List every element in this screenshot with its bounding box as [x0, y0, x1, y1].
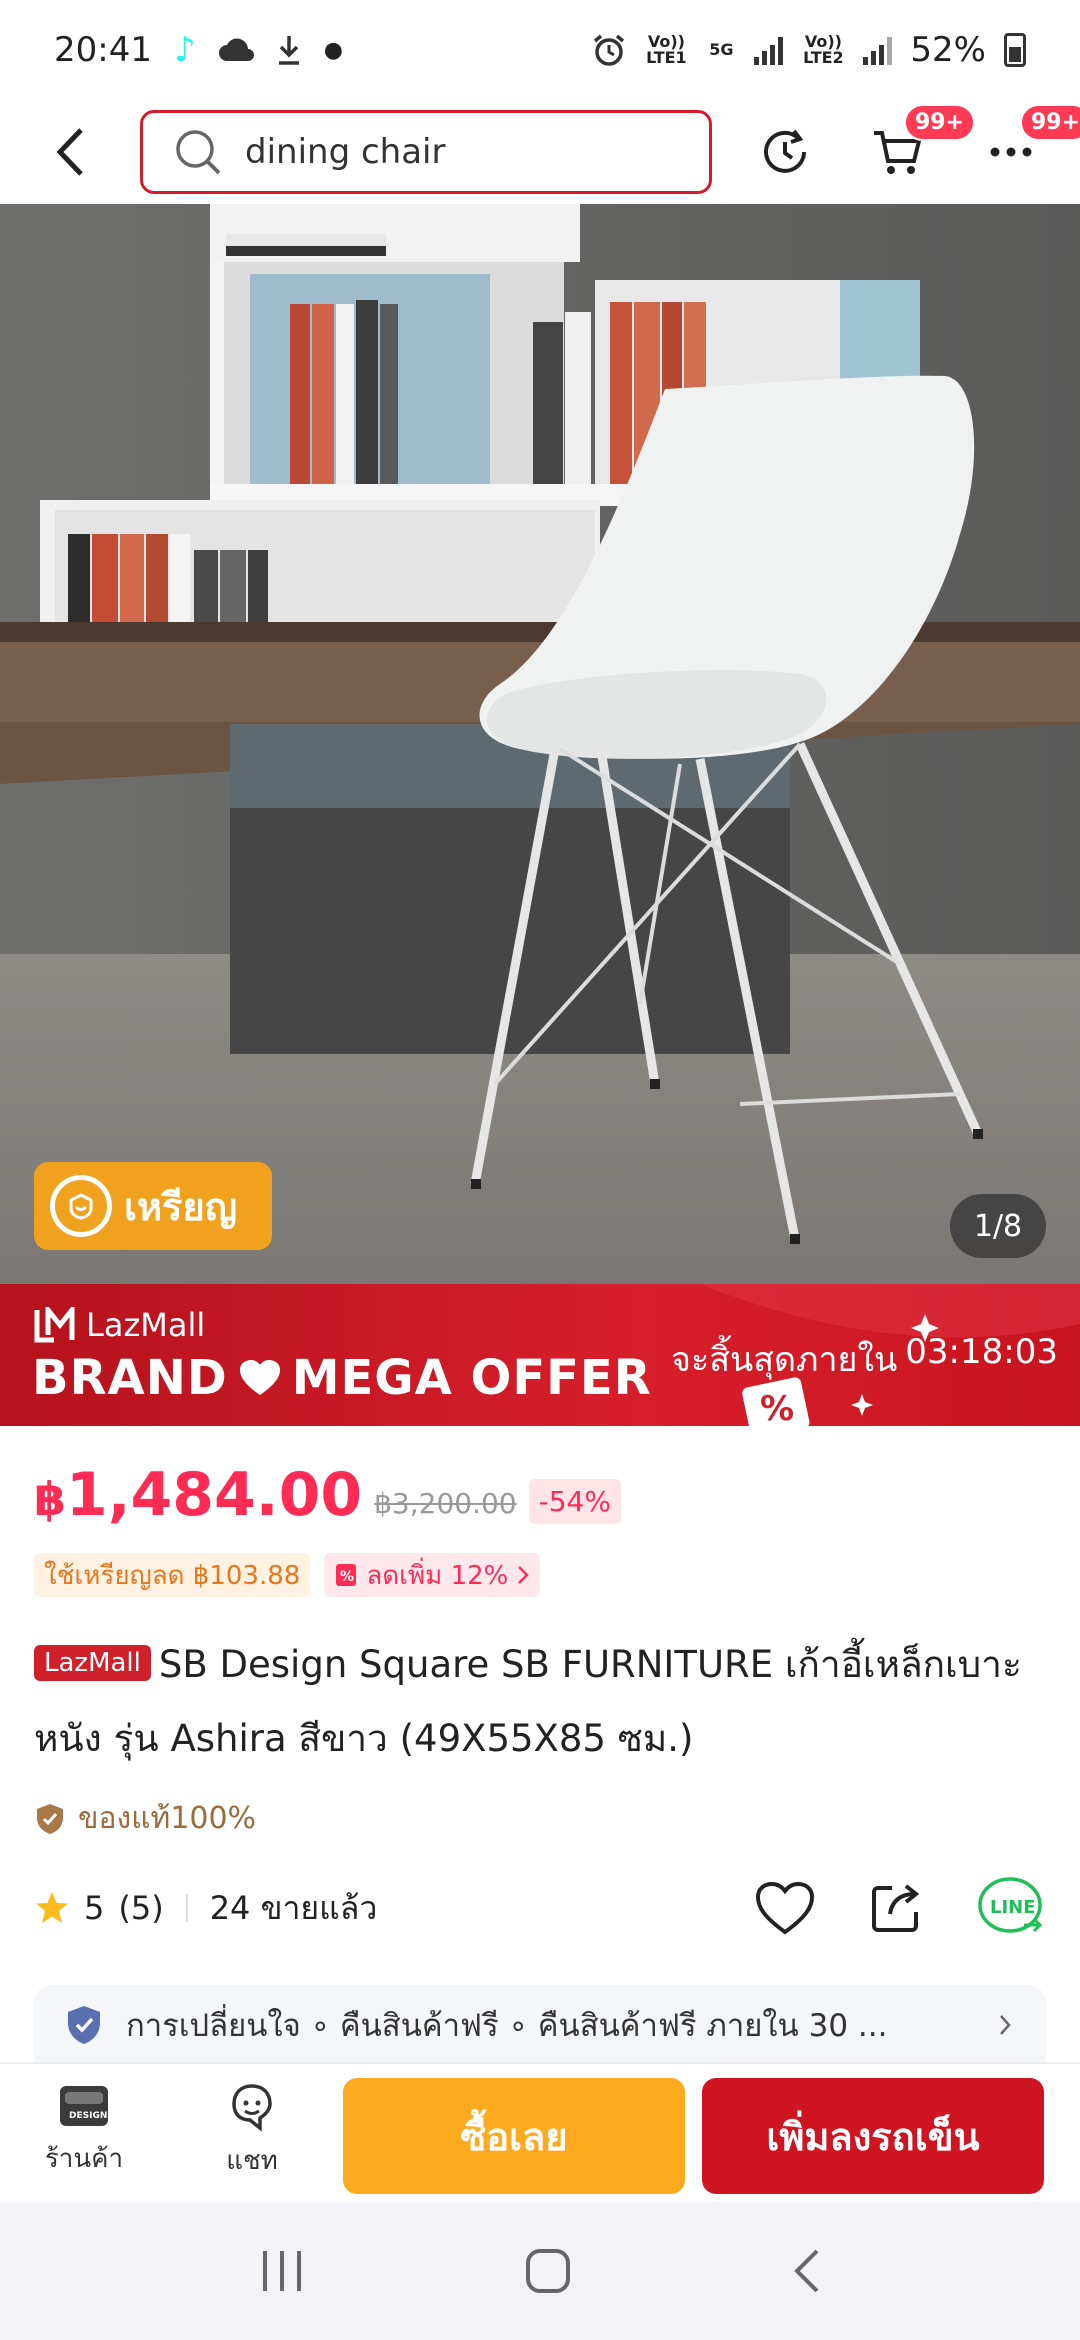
- svg-text:LINE: LINE: [990, 1897, 1036, 1918]
- promo-title-right: MEGA OFFER: [291, 1350, 652, 1406]
- rating-value: 5: [84, 1889, 105, 1927]
- search-icon: [176, 130, 221, 175]
- review-count[interactable]: (5): [118, 1889, 163, 1927]
- divider: [185, 1894, 188, 1922]
- top-nav: dining chair 99+ 99+: [0, 100, 1080, 204]
- system-back-icon[interactable]: [791, 2247, 821, 2295]
- network-lte2: Vo)) LTE2: [803, 32, 844, 67]
- coin-icon: [50, 1175, 112, 1237]
- system-navigation-bar: [0, 2202, 1080, 2340]
- service-guarantee[interactable]: การเปลี่ยนใจ ∘ คืนสินค้าฟรี ∘ คืนสินค้าฟ…: [34, 1985, 1046, 2065]
- coin-discount-text: ใช้เหรียญลด ฿103.88: [44, 1560, 301, 1591]
- shop-icon: DESIGN: [60, 2086, 108, 2126]
- voucher-icon: %: [336, 1564, 357, 1586]
- shield-check-icon: [37, 1803, 63, 1834]
- battery-percent: 52%: [910, 30, 986, 70]
- heart-icon[interactable]: [754, 1880, 816, 1936]
- search-query: dining chair: [245, 132, 446, 172]
- tiktok-icon: ♪: [173, 30, 196, 70]
- star-icon: [36, 1892, 68, 1923]
- coin-badge[interactable]: เหรียญ: [34, 1162, 272, 1250]
- promo-banner[interactable]: % LazMall BRAND MEGA OFFER จะสิ้นสุดภายใ…: [0, 1284, 1080, 1426]
- product-image-gallery[interactable]: เหรียญ 1/8: [0, 204, 1080, 1284]
- original-price: ฿3,200.00: [374, 1487, 517, 1520]
- recent-apps-icon[interactable]: [259, 2249, 305, 2293]
- extra-discount-text: ลดเพิ่ม 12%: [366, 1560, 509, 1591]
- svg-text:DESIGN: DESIGN: [69, 2111, 107, 2121]
- authentic-text: ของแท้100%: [78, 1801, 257, 1836]
- promo-title-left: BRAND: [32, 1350, 228, 1406]
- more-button[interactable]: 99+: [976, 100, 1080, 204]
- share-icon[interactable]: [868, 1880, 924, 1936]
- network-lte1: Vo)) LTE1: [646, 32, 687, 67]
- promo-countdown: จะสิ้นสุดภายใน 03:18:03: [671, 1332, 1058, 1386]
- chevron-right-icon-service: [1000, 2015, 1011, 2035]
- cart-button[interactable]: 99+: [862, 100, 976, 204]
- image-page-indicator: 1/8: [950, 1194, 1046, 1258]
- network-5g: 5G: [709, 40, 734, 59]
- more-icon: [990, 147, 1032, 157]
- currency-symbol: ฿: [34, 1472, 67, 1526]
- shop-button[interactable]: DESIGN ร้านค้า: [24, 2082, 144, 2179]
- dot-icon: ●: [323, 37, 343, 63]
- extra-discount-chip[interactable]: % ลดเพิ่ม 12%: [324, 1553, 541, 1597]
- chat-button[interactable]: แชท: [192, 2082, 312, 2181]
- shop-label: ร้านค้า: [44, 2144, 124, 2174]
- product-title: LazMall SB Design Square SB FURNITURE เก้…: [34, 1628, 1044, 1776]
- shield-check-icon-blue: [68, 2006, 100, 2044]
- bottom-action-bar: DESIGN ร้านค้า แชท ซื้อเลย เพิ่มลงรถเข็น: [0, 2062, 1080, 2202]
- current-price: ฿1,484.00: [34, 1460, 362, 1530]
- countdown-time: 03:18:03: [905, 1332, 1058, 1372]
- service-text: การเปลี่ยนใจ ∘ คืนสินค้าฟรี ∘ คืนสินค้าฟ…: [126, 2008, 888, 2044]
- back-icon: [56, 128, 83, 176]
- product-photo: [0, 204, 1080, 1284]
- coin-label: เหรียญ: [124, 1184, 238, 1229]
- cart-badge: 99+: [904, 104, 976, 141]
- more-badge: 99+: [1020, 104, 1080, 141]
- alarm-icon: [594, 34, 625, 66]
- svg-text:%: %: [340, 1569, 354, 1585]
- line-icon[interactable]: LINE: [976, 1875, 1046, 1941]
- price-row: ฿1,484.00 ฿3,200.00 -54%: [34, 1460, 621, 1530]
- chat-icon: [232, 2084, 272, 2132]
- buy-now-button[interactable]: ซื้อเลย: [343, 2078, 685, 2194]
- status-bar: 20:41 ♪ ● Vo)) LTE1 5G Vo)) LTE2 52%: [0, 0, 1080, 100]
- home-icon[interactable]: [524, 2247, 572, 2295]
- countdown-label: จะสิ้นสุดภายใน: [671, 1340, 898, 1380]
- lazmall-logo-icon: [34, 1307, 75, 1343]
- add-to-cart-button[interactable]: เพิ่มลงรถเข็น: [702, 2078, 1044, 2194]
- search-input[interactable]: dining chair: [140, 110, 712, 194]
- price-value: 1,484.00: [66, 1460, 363, 1530]
- lazmall-logo: LazMall: [34, 1306, 205, 1344]
- history-button[interactable]: [750, 100, 820, 204]
- promo-title: BRAND MEGA OFFER: [32, 1350, 652, 1406]
- authentic-badge[interactable]: ของแท้100%: [34, 1795, 256, 1842]
- status-time: 20:41: [54, 30, 152, 70]
- signal-icon: [754, 35, 784, 65]
- lazmall-logo-text: LazMall: [86, 1306, 206, 1344]
- signal-icon-2: [863, 35, 893, 65]
- download-icon: [278, 36, 299, 65]
- back-button[interactable]: [0, 100, 140, 204]
- discount-badge: -54%: [528, 1479, 621, 1524]
- svg-text:%: %: [760, 1389, 794, 1426]
- cloud-icon: [218, 38, 254, 61]
- lazmall-tag: LazMall: [34, 1645, 151, 1681]
- sold-count: 24 ขายแล้ว: [209, 1888, 378, 1927]
- voucher-chips: ใช้เหรียญลด ฿103.88 % ลดเพิ่ม 12%: [34, 1553, 541, 1597]
- heart-icon-banner: [239, 1360, 280, 1395]
- battery-icon: [1004, 33, 1026, 67]
- chat-label: แชท: [226, 2146, 278, 2176]
- coin-discount-chip[interactable]: ใช้เหรียญลด ฿103.88: [34, 1553, 311, 1597]
- history-icon: [764, 129, 806, 173]
- chevron-right-icon: [518, 1566, 530, 1584]
- rating-row: 5 (5) 24 ขายแล้ว LINE: [34, 1875, 1046, 1941]
- product-title-text: SB Design Square SB FURNITURE เก้าอี้เหล…: [34, 1643, 1022, 1760]
